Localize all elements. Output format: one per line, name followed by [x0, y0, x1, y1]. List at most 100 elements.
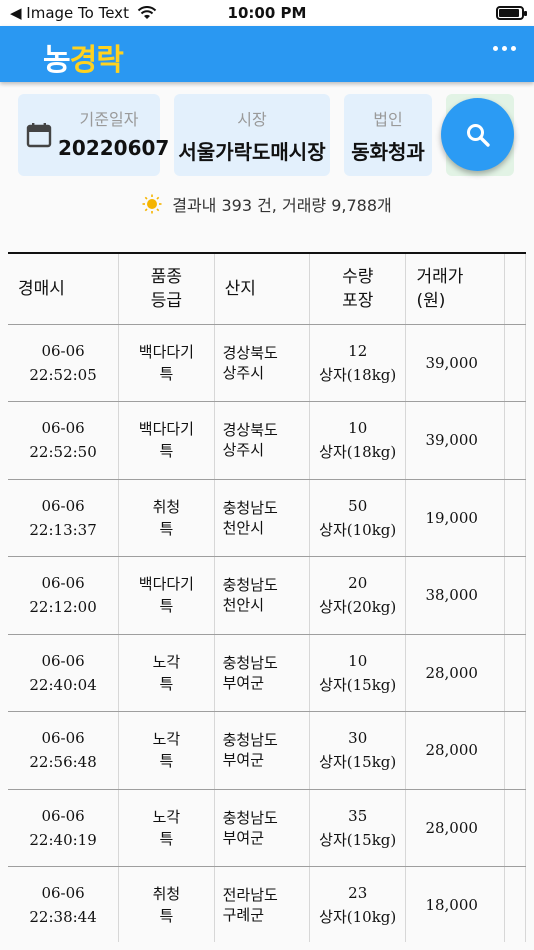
origin-city: 천안시 [222, 596, 264, 615]
cell-variety-grade: 노각 특 [118, 634, 215, 712]
cell-auction-time: 06-06 22:12:00 [8, 556, 120, 635]
price: 28,000 [425, 741, 478, 760]
cell-auction-time: 06-06 22:52:50 [8, 401, 120, 480]
cell-variety-grade: 취청특 [118, 479, 215, 557]
auction-date: 06-06 [41, 651, 85, 670]
header-origin[interactable]: 산지 [214, 254, 311, 325]
cell-qty-pack: 35 상자(15kg) [309, 789, 407, 867]
auction-date: 06-06 [41, 729, 85, 748]
cell-auction-time: 06-06 22:40:19 [8, 789, 120, 867]
auction-time: 22:52:05 [29, 365, 97, 384]
cell-overflow [504, 479, 526, 557]
quantity: 20 [348, 574, 368, 593]
cell-qty-pack: 10 상자(15kg) [309, 634, 407, 712]
origin-province: 충청남도 [222, 808, 278, 827]
header-variety-label: 품종 [150, 266, 183, 287]
origin-province: 충청남도 [222, 731, 278, 750]
cell-auction-time: 06-06 22:56:48 [8, 711, 120, 790]
date-filter[interactable]: 기준일자 20220607 [18, 94, 170, 176]
cell-overflow [504, 324, 526, 402]
table-row[interactable]: 06-06 22:52:05 백다다기 특 경상북도 상주시 12 상자(18kg) 39,00… [8, 324, 526, 402]
variety: 노각 [152, 652, 181, 671]
cell-qty-pack: 23 상자(10kg) [309, 866, 407, 942]
summary-text: 결과내 393 건, 거래량 9,788개 [172, 196, 392, 215]
cell-overflow [504, 556, 526, 635]
header-qty-label: 수량 [342, 266, 374, 287]
packaging: 상자(18kg) [319, 443, 397, 462]
origin-city: 부여군 [222, 828, 264, 847]
cell-qty-pack: 30 상자(15kg) [309, 711, 407, 790]
battery-icon [496, 6, 527, 20]
cell-price: 28,000 [405, 711, 505, 790]
price: 28,000 [425, 818, 478, 837]
cell-origin: 충청남도 부여군 [214, 789, 311, 867]
origin-city: 부여군 [222, 751, 264, 770]
table-row[interactable]: 06-06 22:40:19 노각 특 충청남도 부여군 35 상자(15kg) 28,000 [8, 789, 526, 867]
date-filter-label: 기준일자 [79, 110, 139, 129]
auction-time: 22:38:44 [29, 908, 97, 927]
corp-filter[interactable]: 법인 동화청과 [344, 94, 432, 176]
cell-auction-time: 06-06 22:38:44 [8, 866, 120, 942]
cell-overflow [504, 401, 526, 480]
app-bar: 농경락 [0, 26, 534, 82]
table-row[interactable]: 06-06 22:56:48 노각 특 충청남도 부여군 30 상자(15kg) 28,000 [8, 711, 526, 790]
header-price[interactable]: 거래가 (원) [405, 254, 505, 325]
filter-bar: 기준일자 20220607 시장 서울가락도매시장 법인 동화청과 [0, 94, 534, 176]
header-pack-label: 포장 [342, 290, 374, 311]
header-qty-pack[interactable]: 수량포장 [309, 254, 407, 325]
header-variety-grade[interactable]: 품종 등급 [118, 254, 215, 325]
variety: 취청 [152, 497, 181, 516]
packaging: 상자(10kg) [319, 520, 397, 539]
cell-origin: 경상북도 상주시 [214, 401, 311, 480]
date-filter-value: 20220607 [58, 136, 170, 160]
results-table[interactable]: 경매시 품종 등급 산지 수량포장 거래가 (원) 06-06 22:52:05 백다다… [8, 252, 526, 942]
price: 28,000 [425, 663, 478, 682]
origin-city: 상주시 [222, 441, 264, 460]
cell-qty-pack: 10 상자(18kg) [309, 401, 407, 480]
app-logo: 농경락 [43, 35, 124, 79]
origin-province: 전라남도 [222, 886, 278, 905]
status-bar: ◀ Image To Text 10:00 PM [0, 0, 534, 26]
table-row[interactable]: 06-06 22:40:04 노각 특 충청남도 부여군 10 상자(15kg) 28,000 [8, 634, 526, 712]
corp-filter-value: 동화청과 [351, 140, 425, 164]
origin-city: 부여군 [222, 673, 264, 692]
cell-price: 38,000 [405, 556, 505, 635]
auction-date: 06-06 [41, 884, 85, 903]
header-overflow-col [504, 254, 526, 325]
more-dots-icon[interactable] [493, 46, 516, 51]
cell-variety-grade: 노각 특 [118, 789, 215, 867]
cell-price: 39,000 [405, 401, 505, 480]
table-row[interactable]: 06-06 22:38:44 취청 특 전라남도 구례군 23 상자(10kg) 18,000 [8, 866, 526, 942]
market-filter-value: 서울가락도매시장 [178, 140, 326, 164]
header-price-unit: (원) [416, 290, 446, 311]
table-row[interactable]: 06-06 22:52:50 백다다기 특 경상북도 상주시 10 상자(18kg) 39,00… [8, 401, 526, 480]
header-auction-time[interactable]: 경매시 [8, 254, 120, 325]
corp-filter-label: 법인 [373, 110, 403, 129]
origin-city: 천안시 [222, 518, 264, 537]
packaging: 상자(18kg) [319, 365, 397, 384]
table-row[interactable]: 06-06 22:13:37 취청 특 충청남도 천안시 50 상자(10kg) 19,000 [8, 479, 526, 557]
cell-variety-grade: 백다다기 특 [118, 324, 215, 402]
auction-time: 22:12:00 [29, 598, 97, 617]
market-filter[interactable]: 시장 서울가락도매시장 [174, 94, 330, 176]
search-button[interactable] [441, 98, 514, 171]
logo-part1: 농 [43, 43, 71, 78]
cell-qty-pack: 50 상자(10kg) [309, 479, 407, 557]
origin-province: 충청남도 [222, 498, 278, 517]
variety: 노각 [152, 807, 181, 826]
origin-province: 충청남도 [222, 576, 278, 595]
header-price-label: 거래가 [416, 266, 464, 287]
auction-date: 06-06 [41, 574, 85, 593]
cell-origin: 전라남도 구례군 [214, 866, 311, 942]
origin-city: 상주시 [222, 363, 264, 382]
result-summary: 결과내 393 건, 거래량 9,788개 [0, 192, 534, 216]
search-icon [466, 123, 490, 147]
market-filter-label: 시장 [237, 110, 267, 129]
grade: 특 [159, 519, 174, 538]
table-row[interactable]: 06-06 22:12:00 백다다기 특 충청남도 천안시 20 상자(20kg) 38,00… [8, 556, 526, 635]
cell-origin: 경상북도 상주시 [214, 324, 311, 402]
cell-price: 28,000 [405, 634, 505, 712]
cell-overflow [504, 634, 526, 712]
auction-date: 06-06 [41, 496, 85, 515]
quantity: 30 [348, 729, 368, 748]
